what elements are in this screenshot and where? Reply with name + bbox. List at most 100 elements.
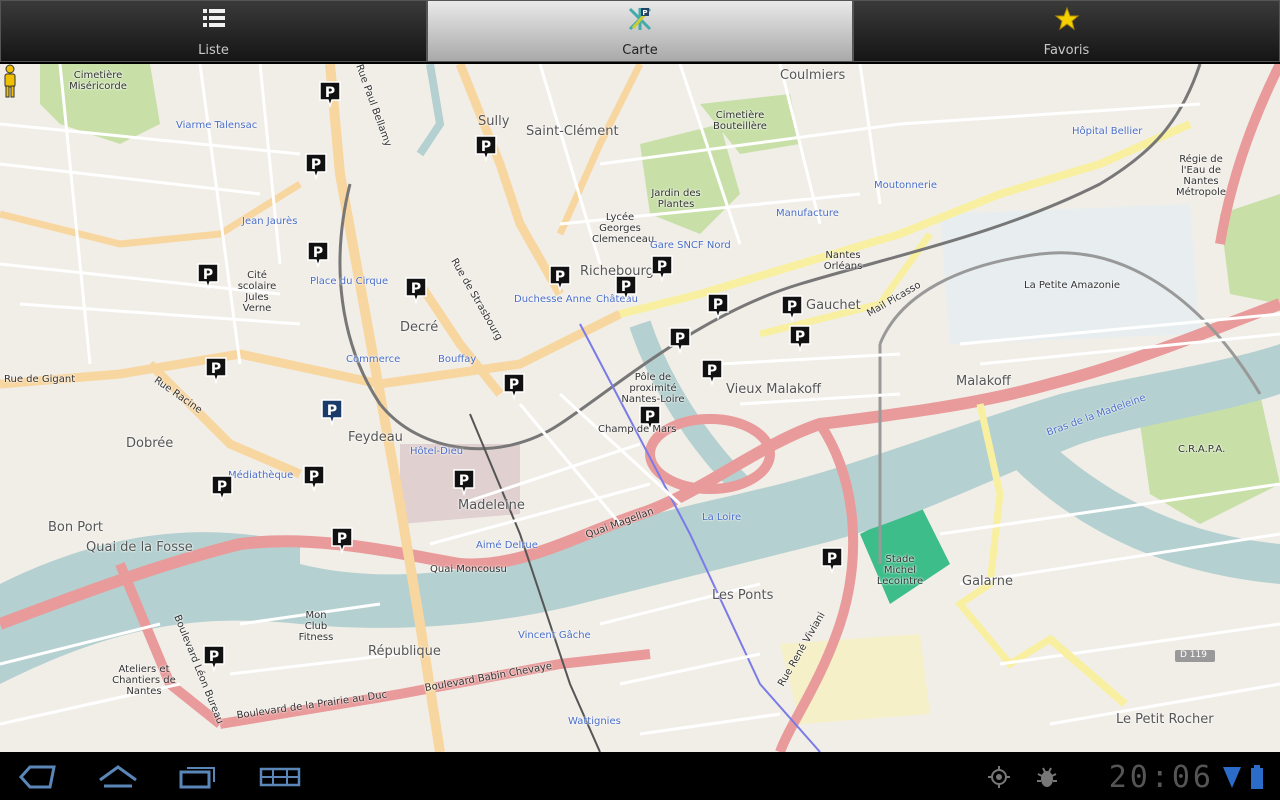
place-label: Les Ponts (712, 588, 774, 603)
parking-marker-icon[interactable]: P (318, 80, 342, 108)
parking-marker-icon[interactable]: P (548, 264, 572, 292)
station-label: Viarme Talensac (176, 120, 258, 131)
tab-liste[interactable]: Liste (0, 0, 427, 62)
star-icon (1054, 6, 1079, 31)
svg-text:P: P (411, 281, 421, 297)
recent-apps-button-icon[interactable] (178, 764, 218, 790)
place-label: Coulmiers (780, 68, 846, 83)
svg-text:P: P (555, 269, 565, 285)
tab-label: Favoris (1043, 43, 1090, 58)
station-label: Jean Jaurès (242, 216, 298, 227)
clock: 20:06 (1108, 760, 1214, 795)
street-label: Quai Moncousu (430, 564, 507, 575)
place-label: Stade Michel Lecointre (876, 554, 924, 587)
parking-marker-icon[interactable]: P (668, 326, 692, 354)
parking-marker-icon[interactable]: P (202, 644, 226, 672)
svg-text:P: P (707, 363, 717, 379)
parking-marker-icon[interactable]: P (788, 324, 812, 352)
place-label: Sully (478, 114, 510, 129)
place-label: Jardin des Plantes (651, 188, 701, 210)
parking-marker-icon[interactable]: P (330, 526, 354, 554)
parking-marker-icon[interactable]: P (614, 274, 638, 302)
tab-bar: Liste P Carte Favoris (0, 0, 1280, 64)
station-label: Médiathèque (228, 470, 294, 481)
place-label: Malakoff (956, 374, 1011, 389)
svg-text:P: P (657, 259, 667, 275)
parking-marker-icon[interactable]: P (210, 474, 234, 502)
tab-carte[interactable]: P Carte (427, 0, 853, 62)
station-label: Hôtel-Dieu (410, 446, 464, 457)
place-label: Mon Club Fitness (298, 610, 334, 643)
station-label: Place du Cirque (310, 276, 389, 287)
canal (416, 64, 445, 157)
svg-text:P: P (209, 649, 219, 665)
svg-text:P: P (459, 473, 469, 489)
parking-marker-icon[interactable]: P (320, 398, 344, 426)
station-label: Wattignies (568, 716, 621, 727)
station-label: Duchesse Anne (514, 294, 592, 305)
tab-label: Liste (198, 43, 229, 58)
parking-marker-icon[interactable]: P (780, 294, 804, 322)
wetland-area (940, 204, 1200, 344)
place-label: Galarne (962, 574, 1013, 589)
place-label: Le Petit Rocher (1116, 712, 1214, 727)
parking-marker-icon[interactable]: P (306, 240, 330, 268)
svg-text:P: P (621, 279, 631, 295)
parking-marker-icon[interactable]: P (404, 276, 428, 304)
place-label: Régie de l'Eau de Nantes Métropole (1175, 154, 1227, 198)
place-label: C.R.A.P.A. (1178, 444, 1226, 455)
place-label: Vieux Malakoff (726, 382, 822, 397)
parking-marker-icon[interactable]: P (196, 262, 220, 290)
menu-button-icon[interactable] (258, 764, 302, 790)
station-label: Gare SNCF Nord (650, 240, 731, 251)
parking-marker-icon[interactable]: P (452, 468, 476, 496)
place-label: Gauchet (806, 298, 861, 313)
place-label: Nantes Orléans (823, 250, 863, 272)
svg-text:P: P (327, 403, 337, 419)
svg-text:P: P (337, 531, 347, 547)
back-button-icon[interactable] (18, 764, 58, 790)
station-label: Aimé Delrue (476, 540, 538, 551)
svg-text:P: P (713, 297, 723, 313)
place-label: Bon Port (48, 520, 104, 535)
svg-text:P: P (313, 245, 323, 261)
parking-marker-icon[interactable]: P (204, 356, 228, 384)
parking-marker-icon[interactable]: P (706, 292, 730, 320)
svg-text:P: P (203, 267, 213, 283)
parking-marker-icon[interactable]: P (638, 404, 662, 432)
map-icon: P (628, 7, 652, 31)
station-label: Bouffay (438, 354, 477, 365)
station-label: Vincent Gâche (518, 630, 591, 641)
place-label: Lycée Georges Clemenceau (592, 212, 655, 245)
tab-favoris[interactable]: Favoris (853, 0, 1280, 62)
place-label: Feydeau (348, 430, 403, 445)
svg-text:P: P (509, 377, 519, 393)
home-button-icon[interactable] (98, 764, 138, 790)
parking-marker-icon[interactable]: P (650, 254, 674, 282)
gps-icon (988, 766, 1010, 788)
parking-marker-icon[interactable]: P (700, 358, 724, 386)
parking-marker-icon[interactable]: P (304, 152, 328, 180)
parking-marker-icon[interactable]: P (820, 546, 844, 574)
place-label: Decré (400, 320, 439, 335)
svg-text:P: P (481, 139, 491, 155)
parking-marker-icon[interactable]: P (302, 464, 326, 492)
debug-bug-icon (1037, 767, 1057, 787)
svg-text:P: P (787, 299, 797, 315)
svg-text:P: P (325, 85, 335, 101)
station-label: Hôpital Bellier (1072, 126, 1143, 137)
svg-text:P: P (311, 157, 321, 173)
parking-marker-icon[interactable]: P (474, 134, 498, 162)
tab-label: Carte (622, 43, 658, 58)
station-label: Manufacture (776, 208, 839, 219)
park-area (640, 124, 740, 234)
svg-text:P: P (217, 479, 227, 495)
parking-marker-icon[interactable]: P (502, 372, 526, 400)
svg-text:P: P (642, 9, 647, 17)
map-view[interactable]: Coulmiers Sully Saint-Clément Richebourg… (0, 64, 1280, 752)
station-label: Commerce (346, 354, 401, 365)
place-label: Saint-Clément (526, 124, 619, 139)
place-label: Dobrée (126, 436, 174, 451)
place-label: Ateliers et Chantiers de Nantes (112, 664, 176, 697)
current-location-icon[interactable] (0, 64, 20, 98)
